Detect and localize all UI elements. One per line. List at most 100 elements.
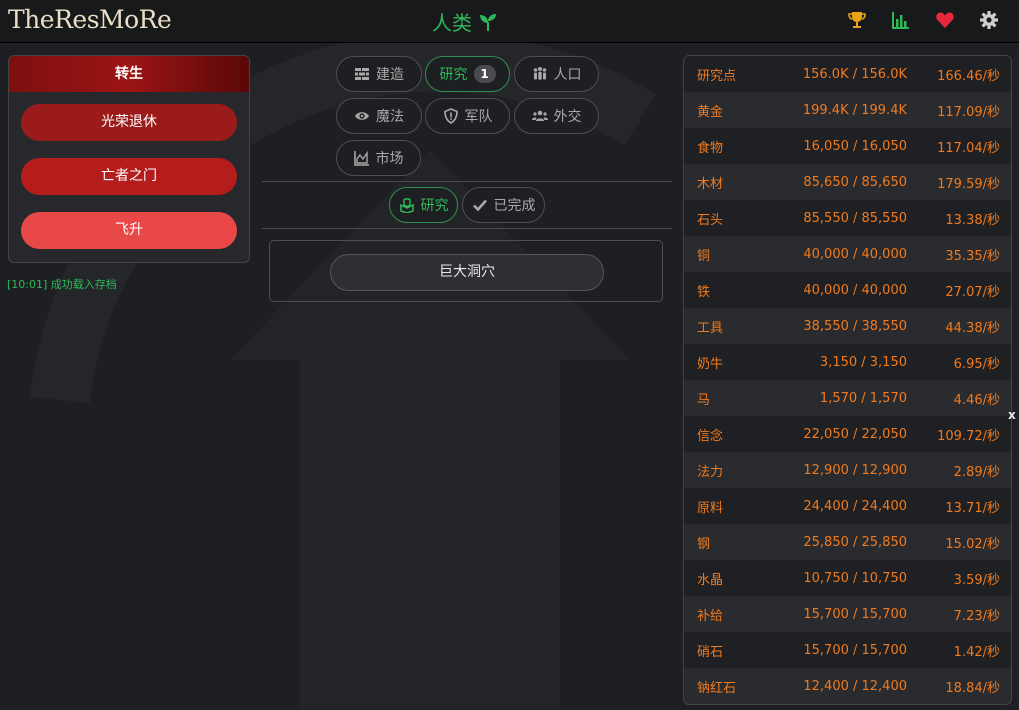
resource-name: 法力 [697,464,724,480]
log-message: [10:01] 成功载入存档 [7,278,117,291]
resource-amount: 22,050 / 22,050 [803,426,907,442]
resource-name: 食物 [697,140,724,156]
resource-amount: 40,000 / 40,000 [803,246,907,262]
resource-rate: 3.59/秒 [953,572,1000,588]
resource-rate: 15.02/秒 [945,536,1000,552]
subtab-completed-label: 已完成 [493,198,536,214]
research-list: 巨大洞穴 [269,240,663,302]
resource-rate: 166.46/秒 [937,68,1000,84]
sprout-icon [480,13,496,31]
subtab-completed[interactable]: 已完成 [462,187,545,223]
race-title[interactable]: 人类 [432,7,498,36]
resource-row: 木材 85,650 / 85,650 179.59/秒 [684,164,1011,200]
trophy-icon[interactable] [847,10,867,30]
subtab-research[interactable]: 研究 [389,187,458,223]
tab-research[interactable]: 研究 1 [425,56,510,92]
resource-row: 石头 85,550 / 85,550 13.38/秒 [684,200,1011,236]
resource-name: 马 [697,392,711,408]
chart-area-icon [353,150,369,166]
resource-name: 黄金 [697,104,724,120]
gate-of-dead-button[interactable]: 亡者之门 [21,158,237,195]
resource-amount: 10,750 / 10,750 [803,570,907,586]
resource-amount: 85,550 / 85,550 [803,210,907,226]
resource-amount: 38,550 / 38,550 [803,318,907,334]
tab-market-label: 市场 [375,151,404,167]
resource-amount: 156.0K / 156.0K [802,66,907,82]
game-logo: TheResMoRe [8,5,172,34]
resource-name: 补给 [697,608,724,624]
tab-diplomacy[interactable]: 外交 [514,98,599,134]
research-count-badge: 1 [473,65,496,83]
resource-amount: 12,400 / 12,400 [803,678,907,694]
tab-magic[interactable]: 魔法 [336,98,422,134]
resource-row: 铜 40,000 / 40,000 35.35/秒 [684,236,1011,272]
race-label: 人类 [432,11,472,35]
resource-rate: 27.07/秒 [945,284,1000,300]
resource-row: 补给 15,700 / 15,700 7.23/秒 [684,596,1011,632]
resource-rate: 2.89/秒 [953,464,1000,480]
resource-row: 硝石 15,700 / 15,700 1.42/秒 [684,632,1011,668]
shield-icon [443,108,458,124]
resource-row: 原料 24,400 / 24,400 13.71/秒 [684,488,1011,524]
tab-army-label: 军队 [464,109,493,125]
tabs-divider [262,181,672,182]
prestige-title: 转生 [9,56,249,92]
close-icon[interactable]: x [1008,408,1016,422]
resource-amount: 16,050 / 16,050 [803,138,907,154]
check-icon [472,199,487,212]
resource-row: 钢 25,850 / 25,850 15.02/秒 [684,524,1011,560]
resource-rate: 7.23/秒 [953,608,1000,624]
tab-market[interactable]: 市场 [336,140,421,176]
resource-table: 研究点 156.0K / 156.0K 166.46/秒 黄金 199.4K / 199… [683,55,1012,705]
book-icon [399,198,414,213]
resource-name: 钢 [697,536,711,552]
resource-rate: 13.71/秒 [945,500,1000,516]
tab-research-label: 研究 [439,67,468,83]
tab-population[interactable]: 人口 [514,56,599,92]
resource-row: 食物 16,050 / 16,050 117.04/秒 [684,128,1011,164]
resource-name: 铁 [697,284,711,300]
research-item-button[interactable]: 巨大洞穴 [330,254,604,291]
resource-name: 木材 [697,176,724,192]
tab-army[interactable]: 军队 [425,98,510,134]
tab-population-label: 人口 [553,67,582,83]
resource-rate: 18.84/秒 [945,680,1000,696]
stats-icon[interactable] [891,10,911,30]
resource-row: 钠红石 12,400 / 12,400 18.84/秒 [684,668,1011,704]
resource-rate: 109.72/秒 [937,428,1000,444]
resource-name: 钠红石 [697,680,737,696]
tab-build[interactable]: 建造 [336,56,422,92]
resource-rate: 44.38/秒 [945,320,1000,336]
retire-button[interactable]: 光荣退休 [21,104,237,141]
tab-diplomacy-label: 外交 [553,109,582,125]
resource-row: 法力 12,900 / 12,900 2.89/秒 [684,452,1011,488]
resource-name: 铜 [697,248,711,264]
resource-amount: 12,900 / 12,900 [803,462,907,478]
resource-row: 奶牛 3,150 / 3,150 6.95/秒 [684,344,1011,380]
resource-rate: 117.09/秒 [937,104,1000,120]
resource-amount: 3,150 / 3,150 [819,354,907,370]
resource-amount: 1,570 / 1,570 [819,390,907,406]
resource-row: 信念 22,050 / 22,050 109.72/秒 [684,416,1011,452]
subtab-research-label: 研究 [420,198,449,214]
people-icon [533,67,546,80]
tab-magic-label: 魔法 [376,109,404,125]
top-bar: TheResMoRe 人类 [0,0,1019,43]
resource-rate: 13.38/秒 [945,212,1000,228]
tab-build-label: 建造 [376,67,404,83]
resource-row: 工具 38,550 / 38,550 44.38/秒 [684,308,1011,344]
resource-rate: 117.04/秒 [937,140,1000,156]
gear-icon[interactable] [979,10,999,30]
resource-row: 研究点 156.0K / 156.0K 166.46/秒 [684,56,1011,92]
ascend-button[interactable]: 飞升 [21,212,237,249]
resource-name: 硝石 [697,644,724,660]
resource-rate: 1.42/秒 [953,644,1000,660]
resource-rate: 179.59/秒 [937,176,1000,192]
resource-rate: 35.35/秒 [945,248,1000,264]
prestige-panel: 转生 光荣退休 亡者之门 飞升 [8,55,250,263]
resource-amount: 15,700 / 15,700 [803,642,907,658]
resource-row: 铁 40,000 / 40,000 27.07/秒 [684,272,1011,308]
resource-row: 马 1,570 / 1,570 4.46/秒 [684,380,1011,416]
resource-amount: 15,700 / 15,700 [803,606,907,622]
heart-icon[interactable] [935,10,955,30]
